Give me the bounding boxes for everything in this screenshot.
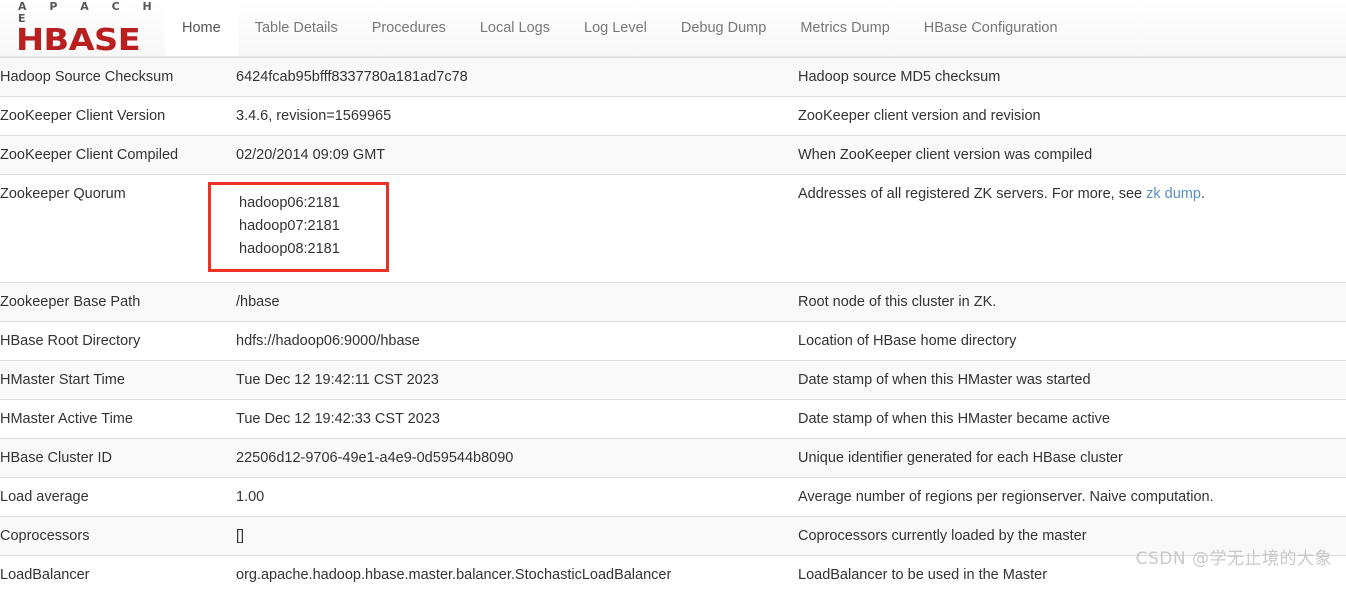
table-row: ZooKeeper Client Version 3.4.6, revision… [0, 97, 1346, 136]
row-description: Date stamp of when this HMaster was star… [798, 361, 1346, 400]
row-name: ZooKeeper Client Compiled [0, 136, 236, 175]
logo-apache-text: A P A C H E [16, 1, 165, 25]
row-value: Tue Dec 12 19:42:33 CST 2023 [236, 400, 798, 439]
row-description: LoadBalancer to be used in the Master [798, 556, 1346, 594]
row-name: HBase Cluster ID [0, 439, 236, 478]
row-value: 02/20/2014 09:09 GMT [236, 136, 798, 175]
zk-dump-link[interactable]: zk dump [1146, 186, 1201, 202]
row-description: Date stamp of when this HMaster became a… [798, 400, 1346, 439]
row-description: When ZooKeeper client version was compil… [798, 136, 1346, 175]
table-row: Coprocessors [] Coprocessors currently l… [0, 517, 1346, 556]
quorum-address: hadoop08:2181 [239, 238, 340, 261]
description-suffix: . [1201, 186, 1205, 202]
row-name: ZooKeeper Client Version [0, 97, 236, 136]
row-description: Hadoop source MD5 checksum [798, 58, 1346, 97]
row-value: Tue Dec 12 19:42:11 CST 2023 [236, 361, 798, 400]
row-value: 22506d12-9706-49e1-a4e9-0d59544b8090 [236, 439, 798, 478]
row-name: HBase Root Directory [0, 322, 236, 361]
table-row: HBase Cluster ID 22506d12-9706-49e1-a4e9… [0, 439, 1346, 478]
table-row: HMaster Start Time Tue Dec 12 19:42:11 C… [0, 361, 1346, 400]
table-row-zookeeper-quorum: Zookeeper Quorum hadoop06:2181 hadoop07:… [0, 175, 1346, 283]
description-prefix: Addresses of all registered ZK servers. … [798, 186, 1146, 202]
row-value: [] [236, 517, 798, 556]
top-navbar: A P A C H E HBASE Home Table Details Pro… [0, 0, 1346, 57]
row-name: HMaster Start Time [0, 361, 236, 400]
software-attributes-table: Hadoop Source Checksum 6424fcab95bfff833… [0, 57, 1333, 594]
table-row: Zookeeper Base Path /hbase Root node of … [0, 283, 1346, 322]
row-description: Root node of this cluster in ZK. [798, 283, 1346, 322]
row-name: Zookeeper Base Path [0, 283, 236, 322]
quorum-address: hadoop07:2181 [239, 215, 340, 238]
row-name: Hadoop Source Checksum [0, 58, 236, 97]
row-description: Addresses of all registered ZK servers. … [798, 175, 1346, 283]
table-row: Load average 1.00 Average number of regi… [0, 478, 1346, 517]
row-value: 3.4.6, revision=1569965 [236, 97, 798, 136]
nav-item-procedures[interactable]: Procedures [355, 0, 463, 56]
row-value: hdfs://hadoop06:9000/hbase [236, 322, 798, 361]
red-highlight-annotation: hadoop06:2181 hadoop07:2181 hadoop08:218… [208, 182, 389, 272]
row-name: Load average [0, 478, 236, 517]
row-name: LoadBalancer [0, 556, 236, 594]
hbase-logo[interactable]: A P A C H E HBASE [0, 0, 165, 56]
row-description: Average number of regions per regionserv… [798, 478, 1346, 517]
row-value: 6424fcab95bfff8337780a181ad7c78 [236, 58, 798, 97]
row-description: Unique identifier generated for each HBa… [798, 439, 1346, 478]
row-name: Zookeeper Quorum [0, 175, 236, 283]
row-name: HMaster Active Time [0, 400, 236, 439]
nav-item-table-details[interactable]: Table Details [238, 0, 355, 56]
table-row: Hadoop Source Checksum 6424fcab95bfff833… [0, 58, 1346, 97]
nav-item-metrics-dump[interactable]: Metrics Dump [783, 0, 906, 56]
row-description: ZooKeeper client version and revision [798, 97, 1346, 136]
table-row: ZooKeeper Client Compiled 02/20/2014 09:… [0, 136, 1346, 175]
row-description: Location of HBase home directory [798, 322, 1346, 361]
nav-item-log-level[interactable]: Log Level [567, 0, 664, 56]
nav-item-hbase-configuration[interactable]: HBase Configuration [907, 0, 1075, 56]
table-row: HMaster Active Time Tue Dec 12 19:42:33 … [0, 400, 1346, 439]
logo-hbase-text: HBASE [16, 26, 183, 55]
nav-items: Home Table Details Procedures Local Logs… [165, 0, 1075, 56]
row-name: Coprocessors [0, 517, 236, 556]
row-value: 1.00 [236, 478, 798, 517]
row-value: hadoop06:2181 hadoop07:2181 hadoop08:218… [236, 175, 798, 283]
row-value: org.apache.hadoop.hbase.master.balancer.… [236, 556, 798, 594]
nav-item-debug-dump[interactable]: Debug Dump [664, 0, 783, 56]
table-row: LoadBalancer org.apache.hadoop.hbase.mas… [0, 556, 1346, 594]
row-value: /hbase [236, 283, 798, 322]
row-description: Coprocessors currently loaded by the mas… [798, 517, 1346, 556]
quorum-address: hadoop06:2181 [239, 192, 340, 215]
nav-item-local-logs[interactable]: Local Logs [463, 0, 567, 56]
table-row: HBase Root Directory hdfs://hadoop06:900… [0, 322, 1346, 361]
